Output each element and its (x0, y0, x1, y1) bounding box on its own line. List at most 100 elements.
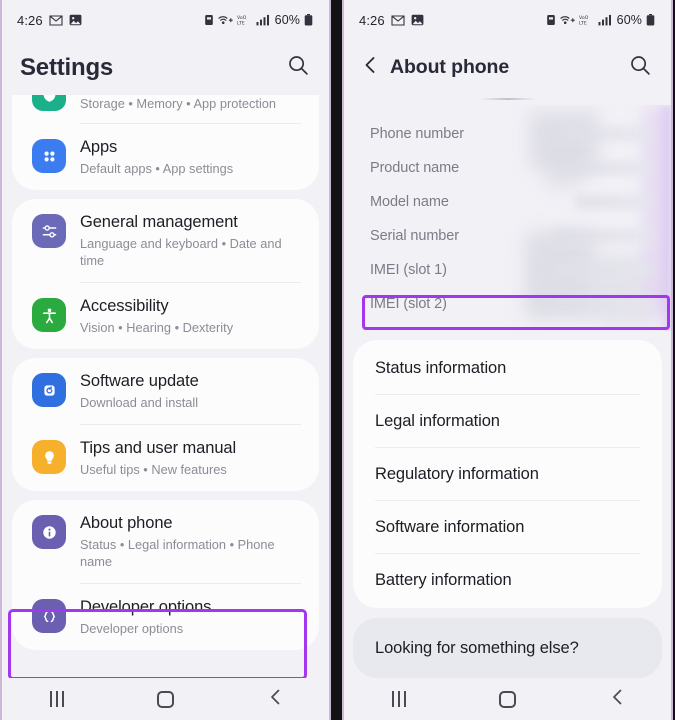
status-bar-right: 4:26 VoO LTE 60% (344, 0, 671, 40)
volte-icon: VoO LTE (579, 14, 594, 26)
recents-button[interactable] (27, 678, 87, 720)
settings-item-title: Tips and user manual (80, 439, 237, 457)
back-icon (610, 688, 624, 711)
search-icon (288, 55, 309, 81)
redacted-value (535, 296, 653, 312)
lightbulb-icon (32, 440, 66, 474)
svg-text:VoO: VoO (579, 15, 589, 21)
redacted-value (548, 126, 653, 142)
volte-icon: VoO LTE (237, 14, 252, 26)
settings-item-about-phone[interactable]: About phone Status • Legal information •… (16, 500, 315, 583)
settings-item-device-care[interactable]: Storage • Memory • App protection (16, 95, 315, 123)
about-phone-list-card: Status information Legal information Reg… (353, 340, 662, 608)
status-bar-left: 4:26 VoO LTE 60% (2, 0, 329, 40)
settings-item-subtitle: Developer options (80, 621, 184, 636)
settings-item-tips[interactable]: Tips and user manual Useful tips • New f… (16, 425, 315, 491)
settings-item-title: Developer options (80, 598, 212, 616)
info-label: Model name (370, 194, 449, 210)
settings-item-software-update[interactable]: Software update Download and install (16, 358, 315, 424)
info-label: Serial number (370, 228, 459, 244)
alarm-icon (204, 14, 214, 26)
info-row-imei-slot-2[interactable]: IMEI (slot 2) (344, 287, 671, 321)
alarm-icon (546, 14, 556, 26)
info-label: IMEI (slot 2) (370, 296, 447, 312)
gmail-icon (391, 14, 405, 26)
settings-item-accessibility[interactable]: Accessibility Vision • Hearing • Dexteri… (16, 283, 315, 349)
back-button[interactable] (245, 678, 305, 720)
settings-item-subtitle: Download and install (80, 395, 199, 410)
info-row-model-name[interactable]: Model name (344, 185, 671, 219)
redacted-value (567, 160, 653, 176)
settings-item-text: Apps Default apps • App settings (80, 137, 301, 177)
search-button[interactable] (281, 51, 315, 85)
gallery-icon (411, 14, 424, 26)
status-bar-right-group: VoO LTE 60% (546, 13, 655, 27)
info-row-phone-number[interactable]: Phone number (344, 117, 671, 151)
signal-bars-icon (256, 14, 270, 26)
right-phone-screen: 4:26 VoO LTE 60% About phone Phone numbe… (342, 0, 673, 720)
recents-icon (49, 691, 64, 707)
status-bar-left-group: 4:26 (17, 13, 82, 28)
settings-item-developer-options[interactable]: Developer options Developer options (16, 584, 315, 650)
scroll-indicator (344, 95, 671, 105)
about-phone-scroll-body[interactable]: Phone number Product name Model name Ser… (344, 105, 671, 688)
status-bar-right-group: VoO LTE 60% (204, 13, 313, 27)
back-icon (268, 688, 282, 711)
settings-group-4: About phone Status • Legal information •… (12, 500, 319, 650)
settings-item-text: General management Language and keyboard… (80, 212, 301, 269)
settings-group-1: Storage • Memory • App protection Apps D… (12, 95, 319, 190)
looking-for-something-else-card[interactable]: Looking for something else? (353, 618, 662, 678)
list-item-battery-information[interactable]: Battery information (353, 554, 662, 606)
device-care-icon (32, 95, 66, 111)
settings-scroll-body[interactable]: Storage • Memory • App protection Apps D… (2, 95, 329, 678)
list-item-legal-information[interactable]: Legal information (353, 395, 662, 447)
info-row-serial-number[interactable]: Serial number (344, 219, 671, 253)
sliders-icon (32, 214, 66, 248)
settings-item-title: General management (80, 213, 238, 231)
settings-item-general-management[interactable]: General management Language and keyboard… (16, 199, 315, 282)
device-info-block: Phone number Product name Model name Ser… (344, 105, 671, 331)
settings-item-apps[interactable]: Apps Default apps • App settings (16, 124, 315, 190)
accessibility-icon (32, 298, 66, 332)
svg-text:LTE: LTE (237, 20, 245, 26)
info-label: Phone number (370, 126, 464, 142)
info-row-product-name[interactable]: Product name (344, 151, 671, 185)
settings-item-title: About phone (80, 514, 173, 532)
back-button[interactable] (587, 678, 647, 720)
left-phone-screen: 4:26 VoO LTE 60% Settings Storage • Memo… (0, 0, 331, 720)
svg-text:VoO: VoO (237, 15, 247, 21)
info-label: Product name (370, 160, 460, 176)
about-phone-header: About phone (344, 40, 671, 95)
battery-percent-label: 60% (616, 13, 642, 27)
list-item-regulatory-information[interactable]: Regulatory information (353, 448, 662, 500)
recents-button[interactable] (369, 678, 429, 720)
settings-item-subtitle: Vision • Hearing • Dexterity (80, 320, 234, 335)
apps-grid-icon (32, 139, 66, 173)
status-bar-clock: 4:26 (17, 12, 43, 28)
recents-icon (391, 691, 406, 707)
redacted-value (535, 262, 653, 278)
settings-item-subtitle: Language and keyboard • Date and time (80, 236, 282, 268)
gmail-icon (49, 14, 63, 26)
list-item-software-information[interactable]: Software information (353, 501, 662, 553)
home-button[interactable] (478, 678, 538, 720)
status-bar-left-group: 4:26 (359, 13, 424, 28)
battery-icon (304, 14, 313, 26)
battery-icon (646, 14, 655, 26)
settings-group-2: General management Language and keyboard… (12, 199, 319, 349)
battery-percent-label: 60% (274, 13, 300, 27)
list-item-status-information[interactable]: Status information (353, 342, 662, 394)
nav-bar-right (344, 678, 671, 720)
page-title: Settings (20, 53, 114, 81)
settings-item-title: Apps (80, 138, 118, 156)
info-row-imei-slot-1[interactable]: IMEI (slot 1) (344, 253, 671, 287)
search-button[interactable] (623, 51, 657, 85)
redacted-value (553, 228, 653, 244)
home-icon (157, 690, 174, 708)
settings-item-subtitle: Status • Legal information • Phone name (80, 537, 275, 569)
signal-bars-icon (598, 14, 612, 26)
back-navigation-button[interactable] (354, 52, 386, 84)
home-button[interactable] (136, 678, 196, 720)
settings-item-text: Storage • Memory • App protection (80, 95, 301, 112)
settings-item-subtitle: Storage • Memory • App protection (80, 96, 277, 111)
